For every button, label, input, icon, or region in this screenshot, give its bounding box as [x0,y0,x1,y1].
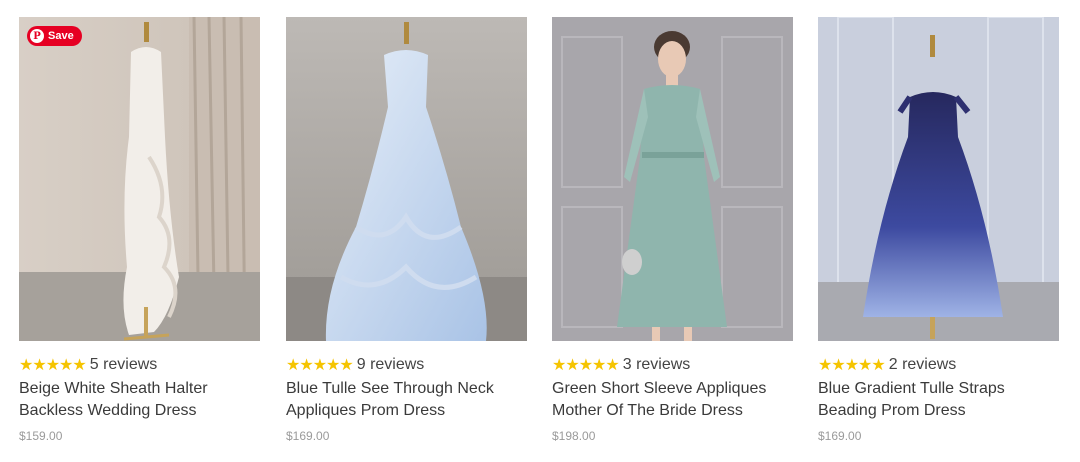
product-card: P Save ★★★★★ 5 reviews Beige White Sheat… [19,17,260,443]
pinterest-save-button[interactable]: P Save [27,26,82,46]
review-count[interactable]: 9 reviews [357,356,425,374]
product-title[interactable]: Green Short Sleeve Appliques Mother Of T… [552,378,793,422]
product-card: ★★★★★ 9 reviews Blue Tulle See Through N… [286,17,527,443]
product-price: $169.00 [286,429,330,443]
product-image[interactable]: P Save [19,17,260,341]
product-image[interactable] [818,17,1059,341]
product-card: ★★★★★ 2 reviews Blue Gradient Tulle Stra… [818,17,1059,443]
product-title[interactable]: Beige White Sheath Halter Backless Weddi… [19,378,260,422]
save-label: Save [48,30,74,42]
review-count[interactable]: 3 reviews [623,356,691,374]
rating-stars: ★★★★★ [818,355,886,374]
rating: ★★★★★ 3 reviews [552,356,793,374]
rating-stars: ★★★★★ [552,355,620,374]
rating: ★★★★★ 9 reviews [286,356,527,374]
product-price: $198.00 [552,429,596,443]
rating-stars: ★★★★★ [286,355,354,374]
pinterest-icon: P [30,29,44,43]
product-title[interactable]: Blue Gradient Tulle Straps Beading Prom … [818,378,1059,422]
product-image[interactable] [552,17,793,341]
rating: ★★★★★ 5 reviews [19,356,260,374]
product-card: ★★★★★ 3 reviews Green Short Sleeve Appli… [552,17,793,443]
rating-stars: ★★★★★ [19,355,87,374]
product-price: $169.00 [818,429,862,443]
review-count[interactable]: 5 reviews [90,356,158,374]
rating: ★★★★★ 2 reviews [818,356,1059,374]
product-image[interactable] [286,17,527,341]
product-title[interactable]: Blue Tulle See Through Neck Appliques Pr… [286,378,527,422]
product-price: $159.00 [19,429,63,443]
review-count[interactable]: 2 reviews [889,356,957,374]
product-grid: P Save ★★★★★ 5 reviews Beige White Sheat… [0,0,1080,462]
